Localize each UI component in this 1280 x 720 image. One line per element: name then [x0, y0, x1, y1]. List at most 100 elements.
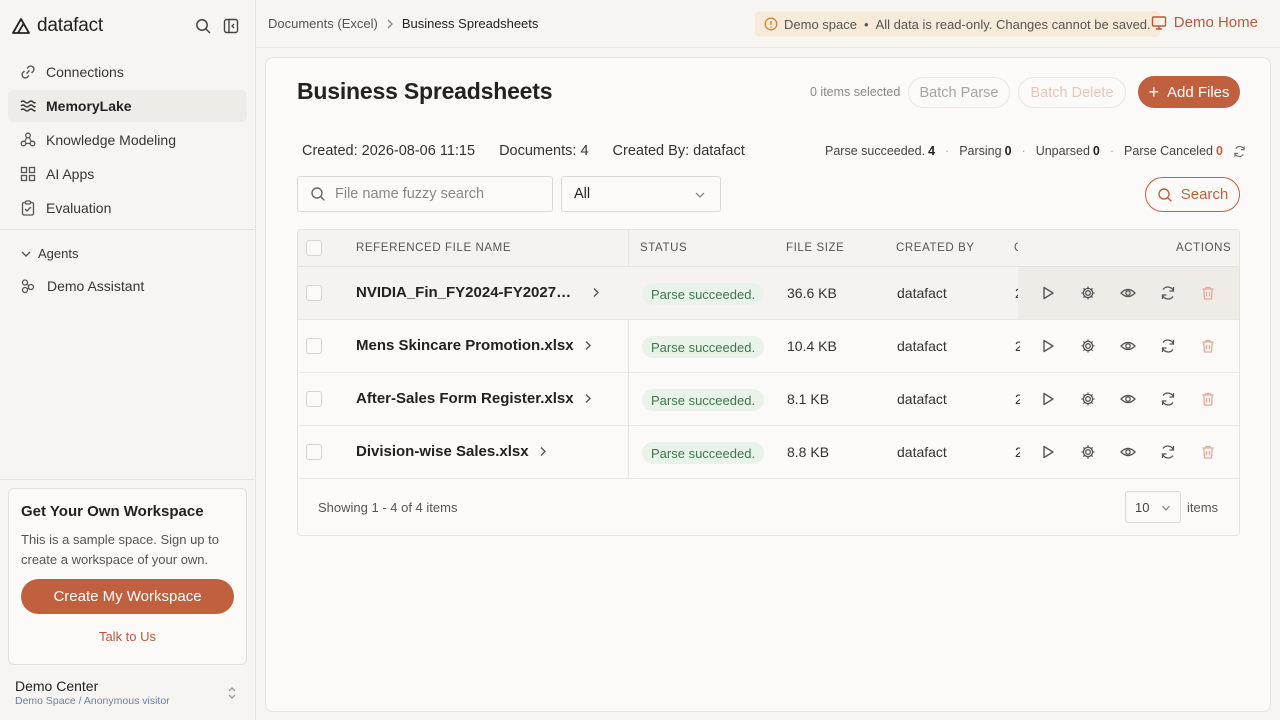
stat-succeeded-label: Parse succeeded. — [825, 144, 926, 158]
plus-icon: + — [1148, 82, 1159, 102]
workspace-promo-card: Get Your Own Workspace This is a sample … — [8, 488, 247, 665]
refresh-icon[interactable] — [1160, 338, 1176, 354]
search-button[interactable]: Search — [1145, 177, 1240, 212]
promo-text: This is a sample space. Sign up to creat… — [21, 532, 219, 567]
sidebar-nav: Connections MemoryLake Knowledge Modelin… — [8, 56, 247, 226]
logo-text: datafact — [37, 15, 104, 36]
breadcrumb-item-documents[interactable]: Documents (Excel) — [268, 16, 378, 31]
sidebar-divider — [0, 229, 256, 230]
refresh-icon[interactable] — [1160, 391, 1176, 407]
col-status[interactable]: STATUS — [640, 242, 687, 254]
row-checkbox[interactable] — [306, 338, 322, 354]
refresh-icon[interactable] — [1160, 285, 1176, 301]
table-footer: Showing 1 - 4 of 4 items 10 items — [298, 479, 1239, 535]
demo-home-link[interactable]: Demo Home — [1151, 14, 1258, 31]
eye-icon[interactable] — [1120, 285, 1136, 301]
meta-created: Created: 2026-08-06 11:15 — [302, 143, 476, 159]
table-row[interactable]: Division-wise Sales.xlsx Parse succeeded… — [298, 426, 1239, 479]
row-checkbox[interactable] — [306, 391, 322, 407]
stat-succeeded-count: 4 — [928, 144, 936, 158]
graph-icon — [20, 132, 36, 147]
sidebar-item-connections[interactable]: Connections — [8, 56, 247, 88]
monitor-icon — [1151, 15, 1166, 30]
sidebar-item-evaluation[interactable]: Evaluation — [8, 192, 247, 224]
refresh-icon[interactable] — [1160, 444, 1176, 460]
sidebar-item-label: AI Apps — [46, 166, 95, 182]
batch-delete-button[interactable]: Batch Delete — [1018, 77, 1126, 108]
row-checkbox[interactable] — [306, 444, 322, 460]
page-title: Business Spreadsheets — [297, 78, 553, 104]
file-name: Mens Skincare Promotion.xlsx — [356, 337, 574, 354]
agent-item-label: Demo Assistant — [47, 278, 145, 294]
sidebar-divider — [0, 479, 256, 480]
play-icon[interactable] — [1040, 391, 1056, 407]
eye-icon[interactable] — [1120, 338, 1136, 354]
status-filter-value: All — [574, 186, 591, 202]
parse-stats: Parse succeeded. 4 · Parsing 0 · Unparsed 0… — [825, 144, 1246, 158]
files-table: REFERENCED FILE NAME STATUS FILE SIZE CR… — [297, 229, 1240, 536]
table-row[interactable]: Mens Skincare Promotion.xlsx Parse succe… — [298, 320, 1239, 373]
col-file-size[interactable]: FILE SIZE — [786, 242, 844, 254]
chevron-right-icon — [585, 394, 591, 403]
logo-row: datafact — [12, 14, 239, 38]
sidebar: datafact Connections MemoryLake Knowledg… — [0, 0, 256, 720]
sidebar-item-label: MemoryLake — [46, 98, 132, 114]
banner-separator: • — [863, 16, 869, 32]
play-icon[interactable] — [1040, 338, 1056, 354]
agent-item-demo-assistant[interactable]: Demo Assistant — [20, 278, 144, 294]
chevron-right-icon — [540, 447, 546, 456]
sidebar-item-label: Connections — [46, 64, 124, 80]
row-checkbox[interactable] — [306, 285, 322, 301]
refresh-icon[interactable] — [1233, 145, 1246, 158]
trash-icon[interactable] — [1200, 391, 1216, 407]
stat-unparsed-label: Unparsed — [1035, 144, 1090, 158]
table-row[interactable]: After-Sales Form Register.xlsx Parse suc… — [298, 373, 1239, 426]
play-icon[interactable] — [1040, 444, 1056, 460]
agents-header: Agents — [38, 246, 79, 261]
meta-documents: Documents: 4 — [499, 143, 589, 159]
sidebar-item-knowledge-modeling[interactable]: Knowledge Modeling — [8, 124, 247, 156]
eye-icon[interactable] — [1120, 391, 1136, 407]
sidebar-item-memorylake[interactable]: MemoryLake — [8, 90, 247, 122]
gear-icon[interactable] — [1080, 391, 1096, 407]
status-filter-select[interactable]: All — [561, 176, 721, 212]
sidebar-collapse-icon[interactable] — [223, 18, 239, 34]
eye-icon[interactable] — [1120, 444, 1136, 460]
batch-parse-button[interactable]: Batch Parse — [908, 77, 1010, 108]
workspace-switcher[interactable]: Demo Center Demo Space / Anonymous visit… — [15, 678, 245, 707]
search-input[interactable]: File name fuzzy search — [297, 176, 553, 212]
banner-message: All data is read-only. Changes cannot be… — [875, 16, 1151, 32]
page-size-select[interactable]: 10 — [1125, 491, 1181, 523]
talk-to-us-link[interactable]: Talk to Us — [21, 629, 234, 644]
select-all-checkbox[interactable] — [306, 240, 322, 256]
row-actions — [1018, 426, 1239, 478]
trash-icon[interactable] — [1200, 285, 1216, 301]
search-icon[interactable] — [195, 18, 211, 34]
stat-canceled-label: Parse Canceled — [1124, 144, 1213, 158]
col-file-name[interactable]: REFERENCED FILE NAME — [356, 242, 511, 254]
file-size: 8.1 KB — [787, 391, 830, 407]
trash-icon[interactable] — [1200, 444, 1216, 460]
table-row[interactable]: NVIDIA_Fin_FY2024-FY2027Q1_Financials.xl… — [298, 267, 1239, 320]
trash-icon[interactable] — [1200, 338, 1216, 354]
gear-icon[interactable] — [1080, 444, 1096, 460]
create-workspace-button[interactable]: Create My Workspace — [21, 579, 234, 614]
search-icon — [311, 187, 325, 201]
status-badge: Parse succeeded. — [642, 389, 765, 411]
add-files-button[interactable]: + Add Files — [1138, 76, 1240, 108]
bot-icon — [21, 279, 35, 294]
gear-icon[interactable] — [1080, 338, 1096, 354]
agents-section-toggle[interactable]: Agents — [20, 246, 78, 261]
col-created-by[interactable]: CREATED BY — [896, 242, 975, 254]
stat-canceled-count: 0 — [1215, 144, 1223, 158]
file-name-link[interactable]: Division-wise Sales.xlsx — [356, 443, 547, 460]
file-name-link[interactable]: NVIDIA_Fin_FY2024-FY2027Q1_Financials.xl… — [356, 284, 600, 301]
file-name-link[interactable]: After-Sales Form Register.xlsx — [356, 390, 592, 407]
logo-icon — [12, 18, 30, 34]
status-badge: Parse succeeded. — [642, 283, 765, 305]
gear-icon[interactable] — [1080, 285, 1096, 301]
sidebar-item-ai-apps[interactable]: AI Apps — [8, 158, 247, 190]
search-placeholder: File name fuzzy search — [335, 186, 485, 202]
play-icon[interactable] — [1040, 285, 1056, 301]
file-name-link[interactable]: Mens Skincare Promotion.xlsx — [356, 337, 592, 354]
